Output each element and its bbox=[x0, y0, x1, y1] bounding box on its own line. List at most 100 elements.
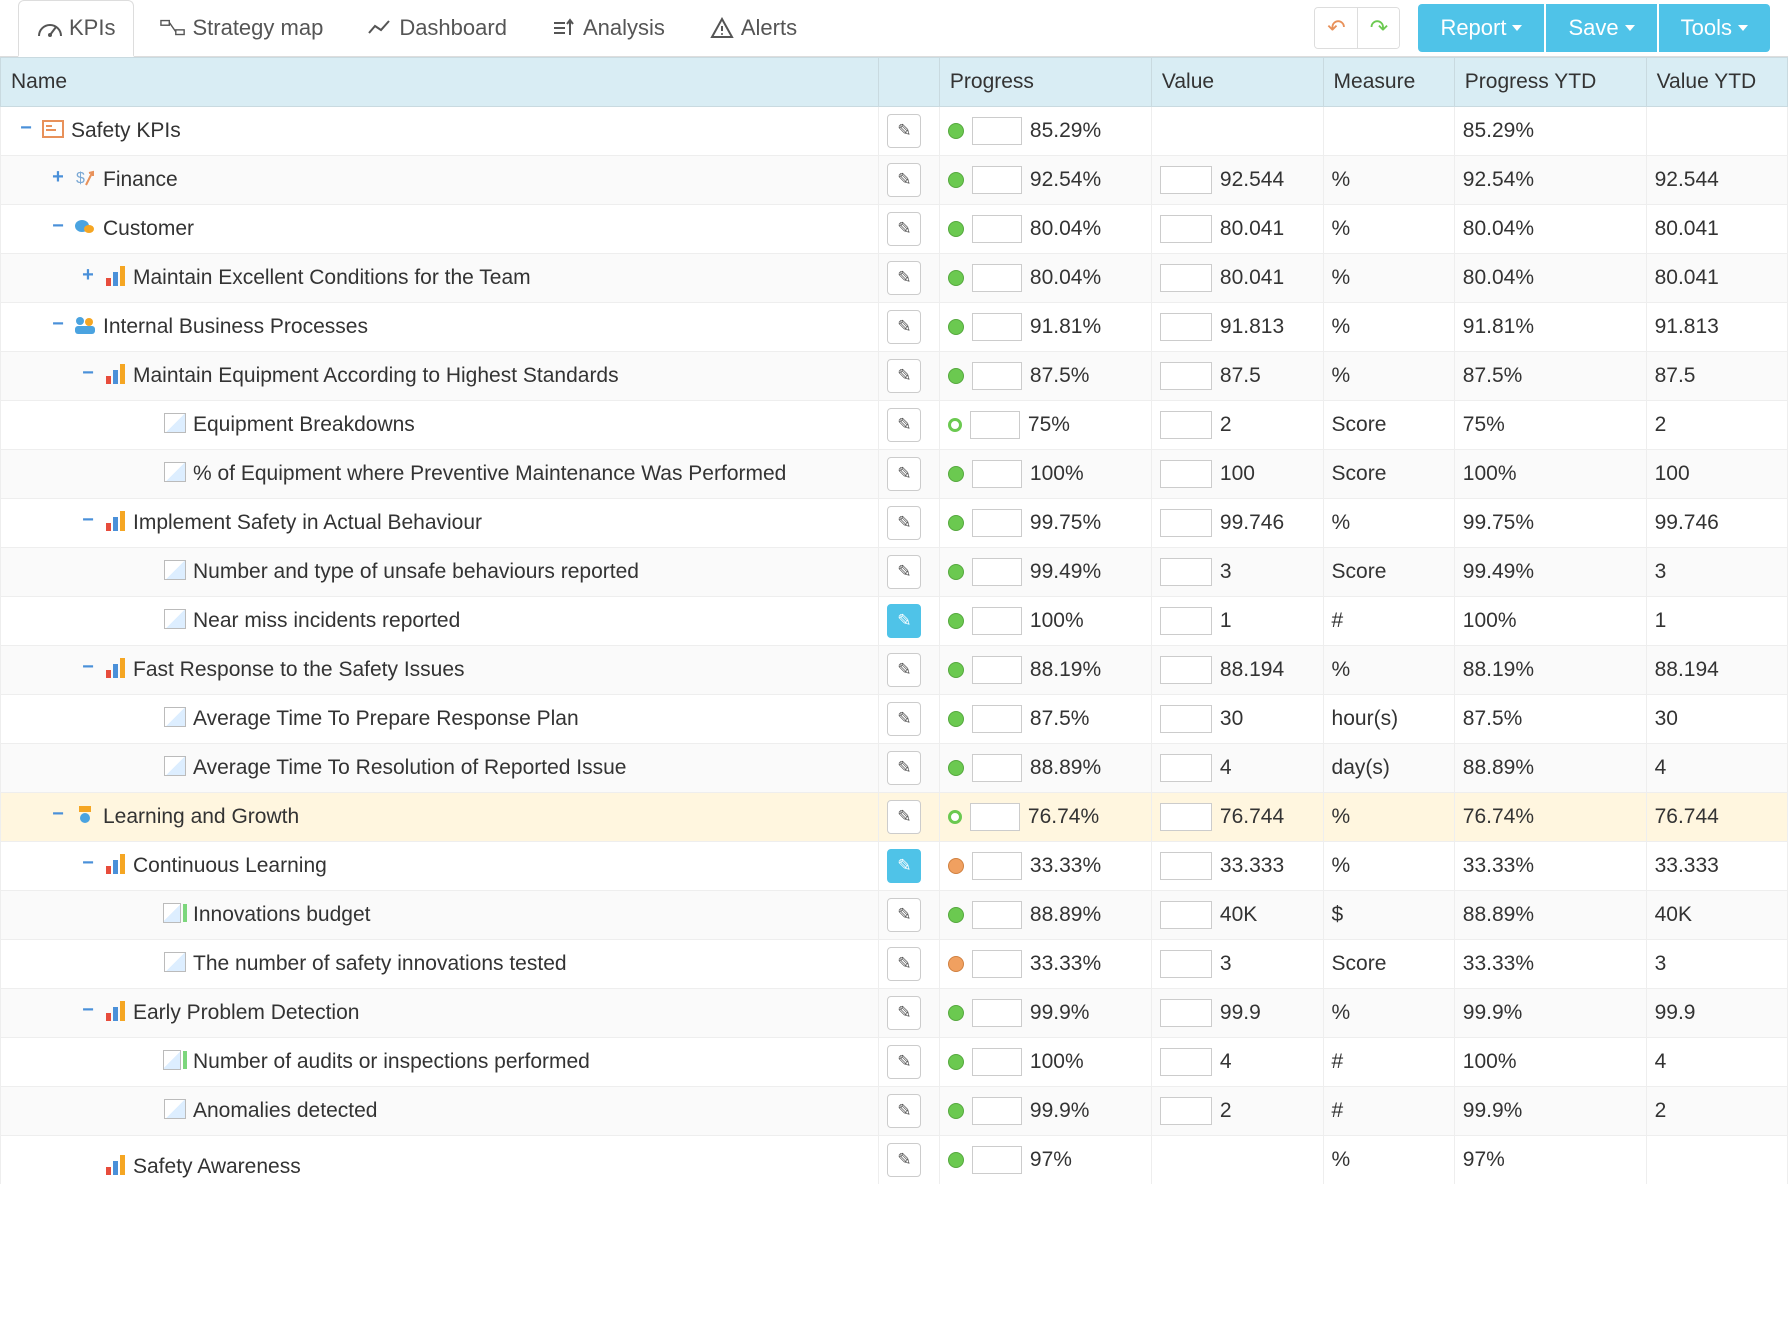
table-row[interactable]: The number of safety innovations tested✎… bbox=[1, 940, 1788, 989]
table-row[interactable]: −Internal Business Processes✎91.81%91.81… bbox=[1, 303, 1788, 352]
edit-button[interactable]: ✎ bbox=[887, 653, 921, 687]
progress-input[interactable] bbox=[972, 1146, 1022, 1174]
table-row[interactable]: Average Time To Prepare Response Plan✎87… bbox=[1, 695, 1788, 744]
table-row[interactable]: Number of audits or inspections performe… bbox=[1, 1038, 1788, 1087]
tools-button[interactable]: Tools bbox=[1659, 4, 1770, 52]
column-header-value[interactable]: Value bbox=[1151, 58, 1323, 107]
table-row[interactable]: Safety Awareness✎97%%97% bbox=[1, 1136, 1788, 1185]
table-row[interactable]: −Continuous Learning✎33.33%33.333%33.33%… bbox=[1, 842, 1788, 891]
value-input[interactable] bbox=[1160, 264, 1212, 292]
tab-analysis[interactable]: Analysis bbox=[533, 1, 683, 55]
column-header-measure[interactable]: Measure bbox=[1323, 58, 1454, 107]
edit-button[interactable]: ✎ bbox=[887, 996, 921, 1030]
table-row[interactable]: Innovations budget✎88.89%40K$88.89%40K bbox=[1, 891, 1788, 940]
progress-input[interactable] bbox=[972, 215, 1022, 243]
table-row[interactable]: −Fast Response to the Safety Issues✎88.1… bbox=[1, 646, 1788, 695]
expand-icon[interactable]: + bbox=[79, 266, 97, 284]
progress-input[interactable] bbox=[970, 411, 1020, 439]
edit-button[interactable]: ✎ bbox=[887, 1045, 921, 1079]
progress-input[interactable] bbox=[972, 166, 1022, 194]
value-input[interactable] bbox=[1160, 313, 1212, 341]
undo-button[interactable]: ↶ bbox=[1315, 8, 1357, 48]
progress-input[interactable] bbox=[972, 460, 1022, 488]
table-row[interactable]: −Implement Safety in Actual Behaviour✎99… bbox=[1, 499, 1788, 548]
table-row[interactable]: Near miss incidents reported✎100%1#100%1 bbox=[1, 597, 1788, 646]
edit-button[interactable]: ✎ bbox=[887, 849, 921, 883]
table-row[interactable]: −Customer✎80.04%80.041%80.04%80.041 bbox=[1, 205, 1788, 254]
value-input[interactable] bbox=[1160, 656, 1212, 684]
collapse-icon[interactable]: − bbox=[49, 217, 67, 235]
value-input[interactable] bbox=[1160, 901, 1212, 929]
progress-input[interactable] bbox=[972, 999, 1022, 1027]
tab-kpis[interactable]: KPIs bbox=[18, 0, 134, 57]
table-row[interactable]: % of Equipment where Preventive Maintena… bbox=[1, 450, 1788, 499]
progress-input[interactable] bbox=[972, 558, 1022, 586]
edit-button[interactable]: ✎ bbox=[887, 947, 921, 981]
value-input[interactable] bbox=[1160, 950, 1212, 978]
collapse-icon[interactable]: − bbox=[79, 511, 97, 529]
progress-input[interactable] bbox=[972, 754, 1022, 782]
column-header-progress[interactable]: Progress bbox=[939, 58, 1151, 107]
expand-icon[interactable]: + bbox=[49, 168, 67, 186]
value-input[interactable] bbox=[1160, 754, 1212, 782]
value-input[interactable] bbox=[1160, 558, 1212, 586]
value-input[interactable] bbox=[1160, 1048, 1212, 1076]
progress-input[interactable] bbox=[972, 950, 1022, 978]
progress-input[interactable] bbox=[972, 1048, 1022, 1076]
value-input[interactable] bbox=[1160, 215, 1212, 243]
value-input[interactable] bbox=[1160, 411, 1212, 439]
table-row[interactable]: −Early Problem Detection✎99.9%99.9%99.9%… bbox=[1, 989, 1788, 1038]
column-header-name[interactable]: Name bbox=[1, 58, 879, 107]
collapse-icon[interactable]: − bbox=[49, 315, 67, 333]
edit-button[interactable]: ✎ bbox=[887, 457, 921, 491]
value-input[interactable] bbox=[1160, 509, 1212, 537]
column-header-progress-ytd[interactable]: Progress YTD bbox=[1454, 58, 1646, 107]
progress-input[interactable] bbox=[972, 1097, 1022, 1125]
edit-button[interactable]: ✎ bbox=[887, 163, 921, 197]
value-input[interactable] bbox=[1160, 166, 1212, 194]
collapse-icon[interactable]: − bbox=[79, 364, 97, 382]
progress-input[interactable] bbox=[972, 656, 1022, 684]
value-input[interactable] bbox=[1160, 803, 1212, 831]
table-row[interactable]: −Maintain Equipment According to Highest… bbox=[1, 352, 1788, 401]
value-input[interactable] bbox=[1160, 460, 1212, 488]
value-input[interactable] bbox=[1160, 852, 1212, 880]
collapse-icon[interactable]: − bbox=[79, 658, 97, 676]
report-button[interactable]: Report bbox=[1418, 4, 1544, 52]
progress-input[interactable] bbox=[970, 803, 1020, 831]
edit-button[interactable]: ✎ bbox=[887, 898, 921, 932]
save-button[interactable]: Save bbox=[1546, 4, 1656, 52]
edit-button[interactable]: ✎ bbox=[887, 751, 921, 785]
tab-alerts[interactable]: Alerts bbox=[691, 1, 815, 55]
column-header-value-ytd[interactable]: Value YTD bbox=[1646, 58, 1787, 107]
progress-input[interactable] bbox=[972, 852, 1022, 880]
tab-dashboard[interactable]: Dashboard bbox=[349, 1, 525, 55]
edit-button[interactable]: ✎ bbox=[887, 555, 921, 589]
edit-button[interactable]: ✎ bbox=[887, 1094, 921, 1128]
edit-button[interactable]: ✎ bbox=[887, 114, 921, 148]
table-row[interactable]: −Safety KPIs✎85.29%85.29% bbox=[1, 107, 1788, 156]
progress-input[interactable] bbox=[972, 509, 1022, 537]
redo-button[interactable]: ↷ bbox=[1357, 8, 1399, 48]
table-row[interactable]: Number and type of unsafe behaviours rep… bbox=[1, 548, 1788, 597]
edit-button[interactable]: ✎ bbox=[887, 800, 921, 834]
table-row[interactable]: Equipment Breakdowns✎75%2Score75%2 bbox=[1, 401, 1788, 450]
value-input[interactable] bbox=[1160, 607, 1212, 635]
progress-input[interactable] bbox=[972, 313, 1022, 341]
progress-input[interactable] bbox=[972, 705, 1022, 733]
progress-input[interactable] bbox=[972, 362, 1022, 390]
tab-strategy-map[interactable]: Strategy map bbox=[142, 1, 341, 55]
progress-input[interactable] bbox=[972, 264, 1022, 292]
edit-button[interactable]: ✎ bbox=[887, 506, 921, 540]
edit-button[interactable]: ✎ bbox=[887, 408, 921, 442]
value-input[interactable] bbox=[1160, 999, 1212, 1027]
table-row[interactable]: Average Time To Resolution of Reported I… bbox=[1, 744, 1788, 793]
edit-button[interactable]: ✎ bbox=[887, 212, 921, 246]
collapse-icon[interactable]: − bbox=[79, 1001, 97, 1019]
collapse-icon[interactable]: − bbox=[49, 805, 67, 823]
value-input[interactable] bbox=[1160, 362, 1212, 390]
edit-button[interactable]: ✎ bbox=[887, 702, 921, 736]
value-input[interactable] bbox=[1160, 705, 1212, 733]
collapse-icon[interactable]: − bbox=[79, 854, 97, 872]
table-row[interactable]: −Learning and Growth✎76.74%76.744%76.74%… bbox=[1, 793, 1788, 842]
